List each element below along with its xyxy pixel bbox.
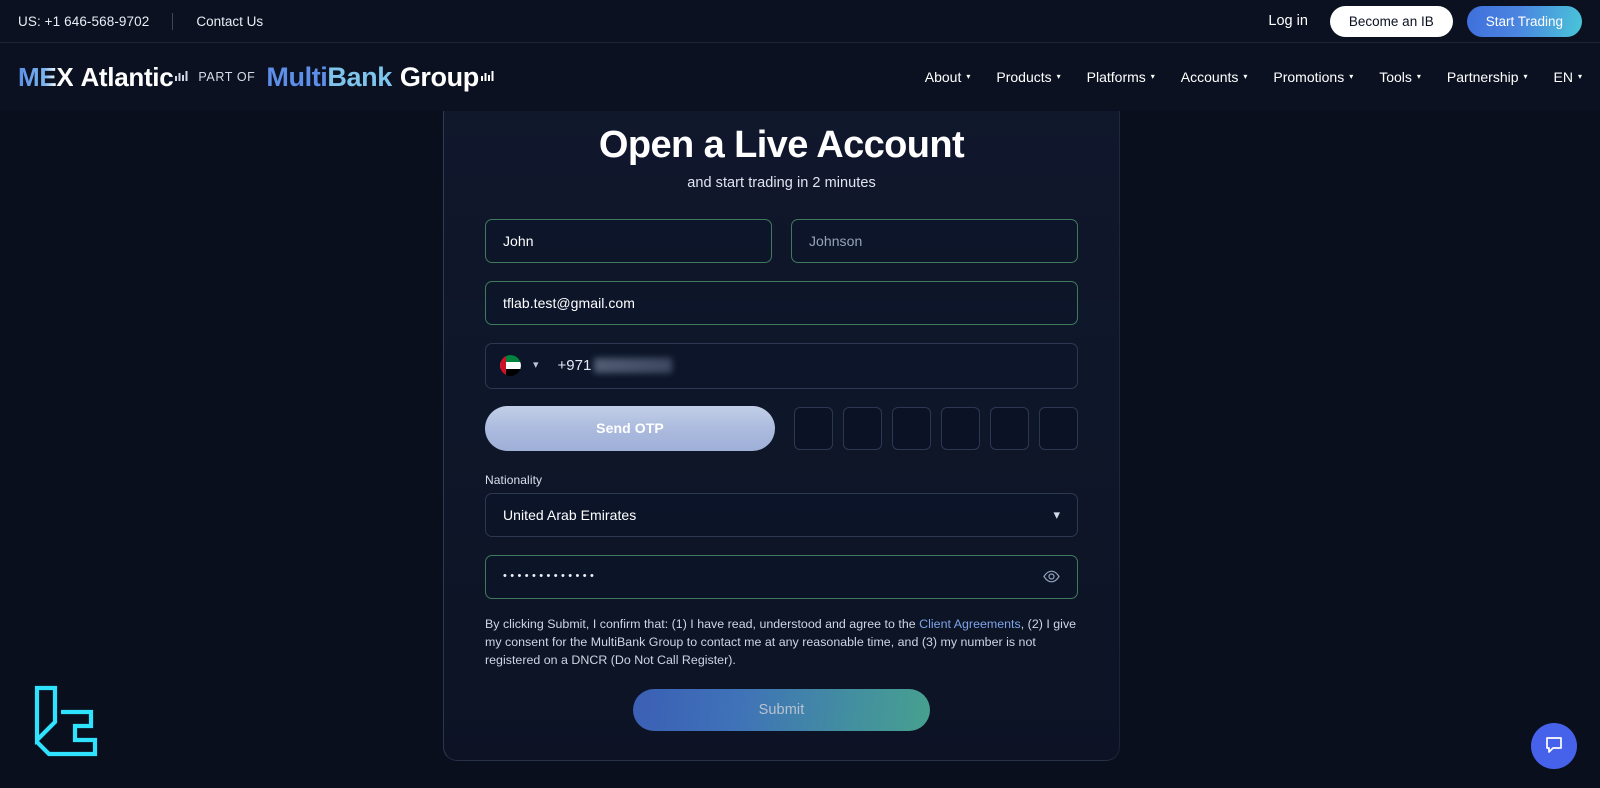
brand-bank-text: Bank	[327, 61, 392, 92]
brand-multibank-text: MultiBank	[266, 61, 392, 93]
otp-digit-2[interactable]	[843, 406, 882, 450]
nav-item-accounts-label: Accounts	[1180, 69, 1239, 85]
language-selector-label: EN	[1553, 69, 1573, 85]
chevron-down-icon: ▾	[966, 72, 971, 81]
otp-digit-4[interactable]	[941, 406, 980, 450]
nav-item-platforms-label: Platforms	[1086, 69, 1146, 85]
email-field[interactable]: tflab.test@gmail.com	[485, 280, 1078, 325]
nationality-value: United Arab Emirates	[503, 506, 637, 523]
nationality-label: Nationality	[485, 472, 543, 487]
nav-item-about[interactable]: About ▾	[925, 69, 971, 85]
brand-group-text: Group	[399, 61, 479, 92]
nav-menu: About ▾ Products ▾ Platforms ▾ Accounts …	[925, 69, 1582, 85]
nav-item-partnership[interactable]: Partnership ▾	[1447, 69, 1528, 85]
phone-number-redacted	[594, 358, 673, 374]
consent-text-part1: By clicking Submit, I confirm that: (1) …	[485, 616, 920, 631]
support-phone-number[interactable]: US: +1 646-568-9702	[18, 14, 149, 29]
first-name-value: John	[503, 232, 534, 249]
mex-bars-icon	[175, 70, 188, 84]
main-navigation-bar: MEX Atlantic PART OF MultiBank Group Abo…	[0, 43, 1600, 111]
toggle-password-visibility-icon[interactable]	[1043, 568, 1060, 585]
become-an-ib-button[interactable]: Become an IB	[1329, 5, 1453, 37]
last-name-value: Johnson	[809, 232, 863, 249]
nav-item-about-label: About	[924, 69, 962, 85]
contact-us-link[interactable]: Contact Us	[196, 14, 263, 29]
page-body: Open a Live Account and start trading in…	[0, 111, 1600, 788]
phone-country-code: +971	[557, 357, 592, 375]
chevron-down-icon: ▾	[1523, 72, 1528, 81]
page-subtitle: and start trading in 2 minutes	[687, 174, 876, 191]
client-agreements-link[interactable]: Client Agreements	[919, 617, 1021, 631]
multibank-bars-icon	[480, 70, 494, 84]
nav-item-platforms[interactable]: Platforms ▾	[1087, 69, 1155, 85]
country-chevron-down-icon[interactable]: ▾	[533, 360, 539, 371]
language-selector[interactable]: EN ▾	[1554, 69, 1582, 85]
chevron-down-icon: ▾	[1243, 72, 1248, 81]
email-value: tflab.test@gmail.com	[503, 294, 635, 311]
send-otp-button[interactable]: Send OTP	[485, 405, 775, 451]
nav-item-tools[interactable]: Tools ▾	[1379, 69, 1421, 85]
brand-part-of-text: PART OF	[198, 70, 256, 84]
topbar-divider	[172, 12, 174, 30]
top-utility-bar: US: +1 646-568-9702 Contact Us Log in Be…	[0, 0, 1600, 43]
nav-item-promotions[interactable]: Promotions ▾	[1273, 69, 1353, 85]
chat-bubble-icon	[1543, 734, 1565, 759]
uae-flag-icon[interactable]	[500, 355, 521, 377]
chevron-down-icon: ▾	[1577, 72, 1582, 81]
nav-item-products[interactable]: Products ▾	[996, 69, 1060, 85]
name-row: John Johnson	[485, 218, 1078, 263]
start-trading-button[interactable]: Start Trading	[1466, 5, 1582, 37]
nav-item-products-label: Products	[996, 69, 1052, 85]
password-field[interactable]: •••••••••••••	[485, 554, 1078, 599]
chevron-down-icon: ▾	[1056, 72, 1061, 81]
chevron-down-icon: ▾	[1150, 72, 1155, 81]
nav-item-partnership-label: Partnership	[1446, 69, 1519, 85]
login-link[interactable]: Log in	[1268, 13, 1308, 29]
first-name-field[interactable]: John	[485, 218, 772, 263]
otp-digit-3[interactable]	[892, 406, 931, 450]
topbar-left-group: US: +1 646-568-9702 Contact Us	[18, 12, 263, 30]
registration-form-panel: Open a Live Account and start trading in…	[443, 111, 1120, 761]
phone-number-field[interactable]: ▾ +971	[485, 342, 1078, 389]
brand-atlantic-text: Atlantic	[80, 61, 174, 92]
nationality-select[interactable]: United Arab Emirates ▾	[485, 492, 1078, 537]
submit-button[interactable]: Submit	[633, 688, 930, 731]
chevron-down-icon: ▾	[1349, 72, 1354, 81]
brand-multi-text: Multi	[266, 61, 328, 92]
password-masked-value: •••••••••••••	[503, 570, 598, 583]
otp-row: Send OTP	[485, 405, 1078, 451]
topbar-right-group: Log in Become an IB Start Trading	[1268, 5, 1582, 37]
otp-digit-1[interactable]	[794, 406, 833, 450]
page-title: Open a Live Account	[598, 124, 965, 166]
nav-item-accounts[interactable]: Accounts ▾	[1181, 69, 1248, 85]
otp-input-group	[794, 406, 1078, 450]
otp-digit-5[interactable]	[990, 406, 1029, 450]
submit-row: Submit	[485, 688, 1078, 731]
chevron-down-icon: ▾	[1053, 507, 1060, 523]
brand-logo-link[interactable]: MEX Atlantic PART OF MultiBank Group	[18, 62, 494, 93]
live-chat-button[interactable]	[1531, 723, 1577, 769]
last-name-field[interactable]: Johnson	[791, 218, 1078, 263]
consent-text: By clicking Submit, I confirm that: (1) …	[485, 616, 1078, 670]
lc-monogram-logo-icon	[31, 682, 103, 760]
chevron-down-icon: ▾	[1416, 72, 1421, 81]
otp-digit-6[interactable]	[1039, 406, 1078, 450]
brand-mex-text: MEX	[18, 61, 74, 92]
nav-item-tools-label: Tools	[1379, 69, 1412, 85]
nav-item-promotions-label: Promotions	[1273, 69, 1345, 85]
